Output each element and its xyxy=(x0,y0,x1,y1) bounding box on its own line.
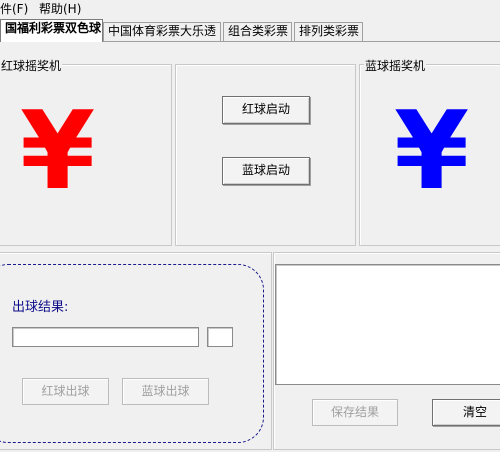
result-dashed-frame xyxy=(0,264,264,443)
tab-permutation-lottery[interactable]: 排列类彩票 xyxy=(294,22,363,41)
save-results-button[interactable]: 保存结果 xyxy=(312,399,398,426)
start-buttons-panel xyxy=(175,64,356,246)
result-log-textarea[interactable] xyxy=(275,264,500,385)
red-ball-start-button[interactable]: 红球启动 xyxy=(222,96,310,124)
menu-file[interactable]: 件(F) xyxy=(0,2,28,16)
blue-ball-out-button[interactable]: 蓝球出球 xyxy=(122,378,209,405)
tab-super-lotto[interactable]: 中国体育彩票大乐透 xyxy=(103,22,221,41)
blue-yen-icon: ¥ xyxy=(394,89,470,214)
tab-double-color-ball[interactable]: 国福利彩票双色球 xyxy=(0,19,103,42)
blue-result-field[interactable] xyxy=(207,327,233,347)
red-yen-icon: ¥ xyxy=(20,89,96,214)
red-ball-out-button[interactable]: 红球出球 xyxy=(22,378,109,405)
result-label: 出球结果: xyxy=(12,300,69,315)
blue-ball-start-button[interactable]: 蓝球启动 xyxy=(222,157,310,185)
blue-ball-machine-title: 蓝球摇奖机 xyxy=(364,59,427,73)
clear-button[interactable]: 清空 xyxy=(432,399,500,426)
tab-combination-lottery[interactable]: 组合类彩票 xyxy=(223,22,292,41)
red-result-field[interactable] xyxy=(12,327,199,347)
menu-help[interactable]: 帮助(H) xyxy=(39,2,81,16)
red-ball-machine-title: 红球摇奖机 xyxy=(0,59,63,73)
